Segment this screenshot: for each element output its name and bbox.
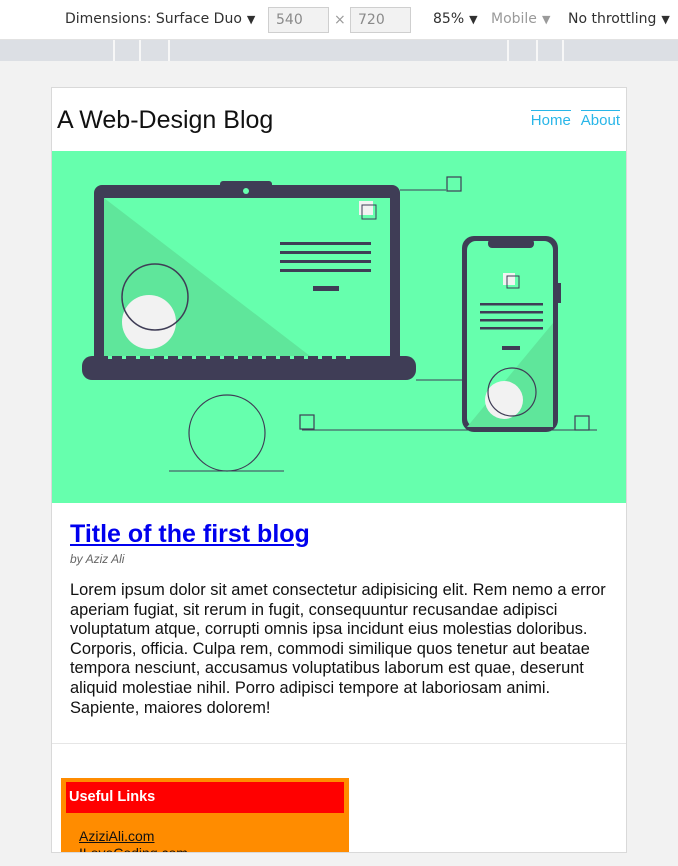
site-nav: Home About xyxy=(530,110,620,129)
width-input[interactable]: 540 xyxy=(268,7,329,33)
chevron-down-icon: ▼ xyxy=(541,13,551,26)
mobile-select[interactable]: Mobile ▼ xyxy=(491,11,550,27)
phone-notch xyxy=(488,239,534,248)
laptop-camera xyxy=(243,188,249,194)
phone-side-button xyxy=(556,283,561,303)
laptop-base xyxy=(82,356,416,380)
laptop-text-line xyxy=(280,269,371,272)
chevron-down-icon: ▼ xyxy=(469,13,478,26)
phone-button xyxy=(502,346,520,350)
ruler-divider xyxy=(139,40,141,61)
media-query-ruler[interactable] xyxy=(0,40,678,61)
ruler-divider xyxy=(168,40,170,61)
phone-text-line xyxy=(480,303,543,306)
times-icon: × xyxy=(334,12,346,28)
useful-links-heading: Useful Links xyxy=(66,782,344,813)
throttling-label: No throttling xyxy=(568,11,657,27)
useful-links-widget: Useful Links AziziAli.com ILoveCoding.co… xyxy=(61,778,349,852)
site-title: A Web-Design Blog xyxy=(57,106,274,134)
phone-square-fill xyxy=(503,273,515,285)
site-header: A Web-Design Blog Home About xyxy=(52,88,626,151)
section-divider xyxy=(52,743,626,744)
link-azizali[interactable]: AziziAli.com xyxy=(79,828,188,845)
devices-illustration xyxy=(82,176,597,472)
blog-post: Title of the first blog by Aziz Ali Lore… xyxy=(70,520,610,718)
ruler-divider xyxy=(507,40,509,61)
laptop-text-line xyxy=(280,251,371,254)
link-ilovecoding[interactable]: ILoveCoding.com xyxy=(79,845,188,852)
laptop-text-line xyxy=(280,260,371,263)
device-toolbar: Dimensions: Surface Duo ▼ 540 × 720 85% ▼ … xyxy=(0,0,678,40)
laptop-text-line xyxy=(280,242,371,245)
zoom-label: 85% xyxy=(433,11,465,27)
phone-text-line xyxy=(480,327,543,330)
useful-links-list: AziziAli.com ILoveCoding.com xyxy=(79,828,188,852)
laptop-camera-bar xyxy=(220,181,272,189)
laptop-button xyxy=(313,286,339,291)
ruler-divider xyxy=(113,40,115,61)
throttling-select[interactable]: No throttling ▼ xyxy=(568,11,670,27)
float-square xyxy=(299,414,315,430)
post-title-link[interactable]: Title of the first blog xyxy=(70,520,610,549)
post-body: Lorem ipsum dolor sit amet consectetur a… xyxy=(70,581,606,717)
emulated-viewport: A Web-Design Blog Home About Title of th… xyxy=(51,87,627,853)
crescent-moon xyxy=(168,391,212,441)
ruler-divider xyxy=(536,40,538,61)
mobile-label: Mobile xyxy=(491,11,537,27)
nav-about-link[interactable]: About xyxy=(580,110,620,129)
phone-circle-fill xyxy=(485,381,523,419)
device-select[interactable]: Dimensions: Surface Duo ▼ xyxy=(65,11,255,27)
float-square xyxy=(446,176,462,192)
height-input[interactable]: 720 xyxy=(350,7,411,33)
hero-illustration xyxy=(52,151,626,503)
post-author: by Aziz Ali xyxy=(70,552,125,566)
float-square xyxy=(574,415,590,431)
ruler-divider xyxy=(562,40,564,61)
phone-text-line xyxy=(480,311,543,314)
laptop-square-fill xyxy=(359,201,373,215)
chevron-down-icon: ▼ xyxy=(246,13,256,26)
laptop-circle-fill xyxy=(122,295,176,349)
zoom-select[interactable]: 85% ▼ xyxy=(433,11,478,27)
device-label: Dimensions: Surface Duo xyxy=(65,11,242,27)
chevron-down-icon: ▼ xyxy=(661,13,670,26)
big-circle-outline xyxy=(188,394,266,472)
nav-home-link[interactable]: Home xyxy=(530,110,571,129)
phone-text-line xyxy=(480,319,543,322)
